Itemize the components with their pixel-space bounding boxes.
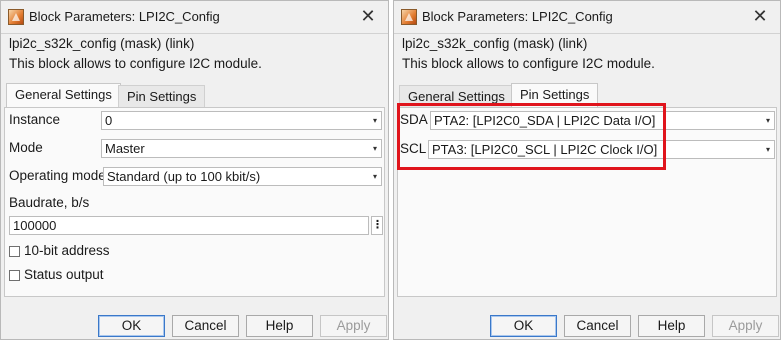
chevron-down-icon: ▾ [765, 116, 770, 125]
tab-strip: General Settings Pin Settings [399, 83, 775, 108]
block-parameters-dialog-pins: Block Parameters: LPI2C_Config ✕ lpi2c_s… [393, 0, 781, 340]
help-button[interactable]: Help [638, 315, 705, 337]
title-bar: Block Parameters: LPI2C_Config ✕ [394, 1, 780, 34]
sda-label: SDA [400, 112, 428, 127]
instance-value: 0 [105, 113, 113, 128]
status-output-label: Status output [24, 267, 104, 282]
title-bar: Block Parameters: LPI2C_Config ✕ [1, 1, 388, 34]
mask-title: lpi2c_s32k_config (mask) (link) [9, 36, 195, 51]
mode-dropdown[interactable]: Master ▾ [101, 139, 382, 158]
block-parameters-dialog-general: Block Parameters: LPI2C_Config ✕ lpi2c_s… [0, 0, 389, 340]
mask-header: lpi2c_s32k_config (mask) (link) This blo… [1, 34, 388, 77]
mask-description: This block allows to configure I2C modul… [402, 56, 655, 71]
ten-bit-address-checkbox[interactable] [9, 246, 20, 257]
scl-pin-dropdown[interactable]: PTA3: [LPI2C0_SCL | LPI2C Clock I/O] ▾ [428, 140, 775, 159]
mode-value: Master [105, 141, 145, 156]
mask-description: This block allows to configure I2C modul… [9, 56, 262, 71]
ok-button[interactable]: OK [98, 315, 165, 337]
cancel-button[interactable]: Cancel [172, 315, 239, 337]
status-output-checkbox[interactable] [9, 270, 20, 281]
mode-label: Mode [9, 140, 43, 155]
instance-dropdown[interactable]: 0 ▾ [101, 111, 382, 130]
sda-pin-dropdown[interactable]: PTA2: [LPI2C0_SDA | LPI2C Data I/O] ▾ [430, 111, 775, 130]
instance-label: Instance [9, 112, 61, 127]
help-button[interactable]: Help [246, 315, 313, 337]
mask-title: lpi2c_s32k_config (mask) (link) [402, 36, 588, 51]
chevron-down-icon: ▾ [765, 145, 770, 154]
sda-pin-value: PTA2: [LPI2C0_SDA | LPI2C Data I/O] [434, 113, 656, 128]
ok-button[interactable]: OK [490, 315, 557, 337]
tab-pin-settings[interactable]: Pin Settings [511, 83, 599, 108]
apply-button[interactable]: Apply [320, 315, 387, 337]
operating-mode-label: Operating mode [9, 168, 106, 183]
close-icon[interactable]: ✕ [358, 6, 378, 26]
window-title: Block Parameters: LPI2C_Config [29, 9, 220, 24]
tab-general-settings[interactable]: General Settings [6, 83, 121, 108]
apply-button[interactable]: Apply [712, 315, 779, 337]
operating-mode-value: Standard (up to 100 kbit/s) [107, 169, 261, 184]
scl-label: SCL [400, 141, 427, 156]
chevron-down-icon: ▾ [372, 116, 377, 125]
operating-mode-dropdown[interactable]: Standard (up to 100 kbit/s) ▾ [103, 167, 382, 186]
pin-settings-panel: SDA PTA2: [LPI2C0_SDA | LPI2C Data I/O] … [397, 107, 777, 297]
tab-general-settings[interactable]: General Settings [399, 85, 514, 107]
baudrate-input[interactable]: 100000 [9, 216, 369, 235]
cancel-button[interactable]: Cancel [564, 315, 631, 337]
chevron-down-icon: ▾ [372, 172, 377, 181]
tab-strip: General Settings Pin Settings [6, 83, 383, 108]
mask-header: lpi2c_s32k_config (mask) (link) This blo… [394, 34, 780, 77]
ten-bit-address-label: 10-bit address [24, 243, 110, 258]
tab-pin-settings[interactable]: Pin Settings [118, 85, 206, 107]
window-title: Block Parameters: LPI2C_Config [422, 9, 613, 24]
scl-pin-value: PTA3: [LPI2C0_SCL | LPI2C Clock I/O] [432, 142, 658, 157]
chevron-down-icon: ▾ [372, 144, 377, 153]
close-icon[interactable]: ✕ [750, 6, 770, 26]
simulink-block-icon [8, 9, 24, 25]
simulink-block-icon [401, 9, 417, 25]
more-options-icon[interactable]: ⋮ [371, 216, 383, 235]
general-settings-panel: Instance 0 ▾ Mode Master ▾ Operating mod… [4, 107, 385, 297]
baudrate-label: Baudrate, b/s [9, 195, 90, 210]
